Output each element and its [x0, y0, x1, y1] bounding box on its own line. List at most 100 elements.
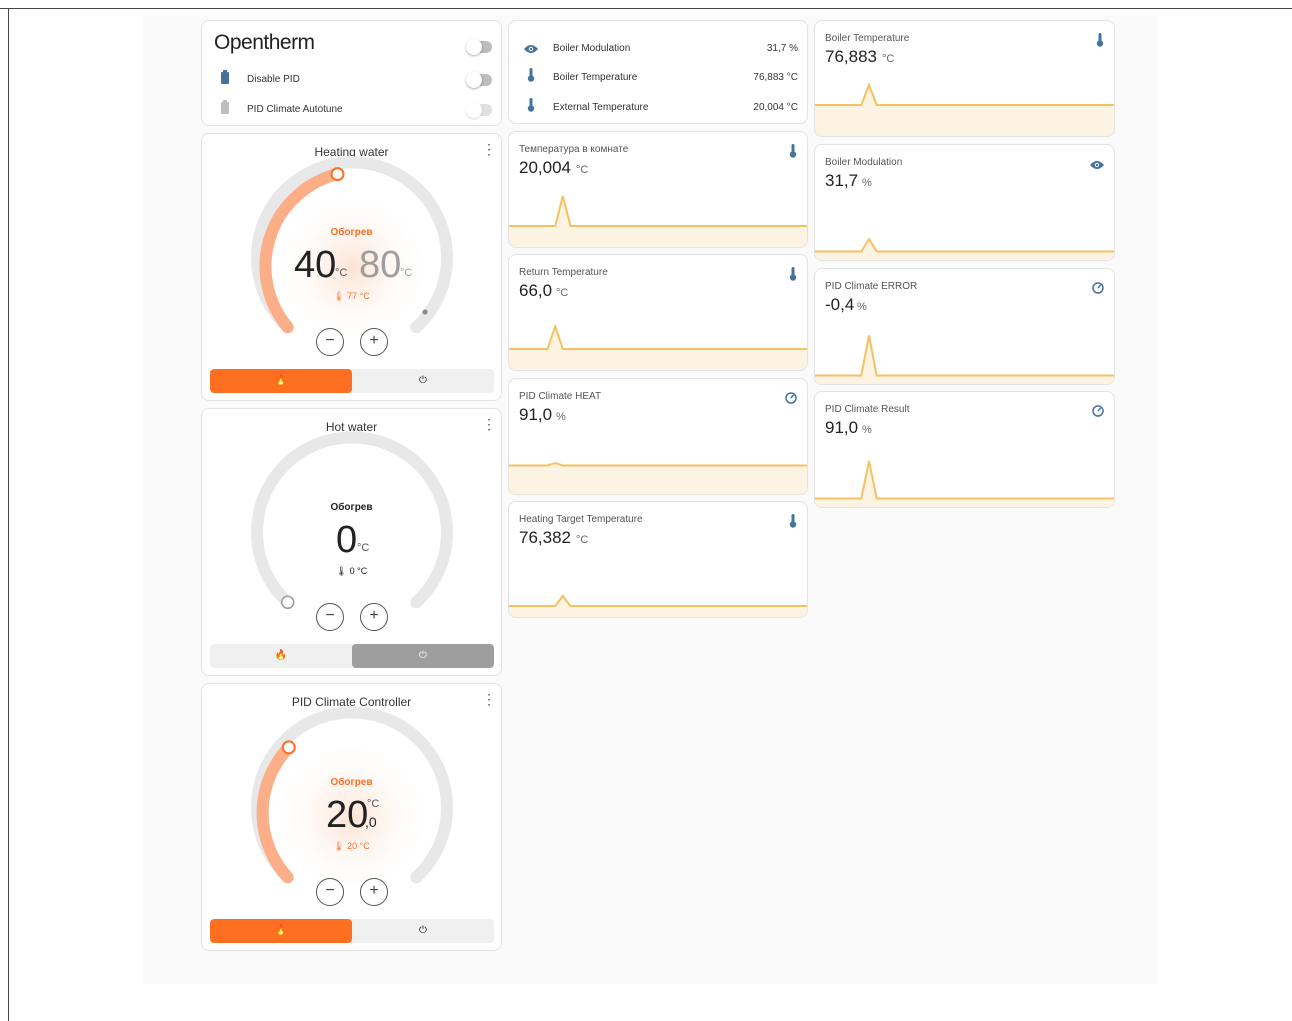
sensor-value: 66,0	[519, 281, 553, 300]
hvac-mode-label: Обогрев	[330, 227, 373, 238]
sensor-row-label[interactable]: Boiler Modulation	[553, 43, 630, 54]
heat-mode-button[interactable]: 🔥	[210, 919, 352, 943]
thermometer-icon	[789, 514, 797, 533]
sensor-unit: °C	[556, 287, 569, 299]
thermometer-icon	[1096, 33, 1104, 52]
off-mode-button[interactable]: ⏻	[352, 919, 494, 943]
dashboard: Opentherm Disable PID PID Climate Autotu…	[143, 16, 1157, 984]
sensor-value: 91,0	[825, 418, 859, 437]
entities-title: Opentherm	[214, 31, 315, 54]
sensor-row-label[interactable]: Boiler Temperature	[553, 72, 637, 83]
sensor-unit: °C	[576, 164, 589, 176]
sensor-unit: %	[862, 424, 872, 436]
sensor-graph-card-room-temperature[interactable]: Температура в комнате 20,004 °C	[508, 131, 808, 248]
heat-mode-button[interactable]: 🔥	[210, 644, 352, 668]
sensor-graph-card-boiler-modulation[interactable]: Boiler Modulation 31,7 %	[814, 144, 1115, 261]
sensor-trend-graph	[509, 594, 807, 617]
eye-icon	[524, 41, 538, 59]
thermostat-card-pid-climate: PID Climate Controller ⋮ Обогрев 20 °C ,…	[201, 683, 502, 951]
sensor-name: Boiler Modulation	[825, 157, 903, 168]
heat-mode-button[interactable]: 🔥	[210, 369, 352, 393]
target-value: 20	[326, 794, 369, 836]
entities-header-toggle[interactable]	[466, 39, 492, 55]
target-unit: °C	[357, 542, 370, 554]
entities-card: Opentherm Disable PID PID Climate Autotu…	[201, 20, 502, 126]
increase-button[interactable]: +	[360, 603, 388, 631]
sensor-row-value: 76,883 °C	[753, 72, 798, 83]
current-temperature: 🌡 20 °C	[333, 841, 370, 851]
decrease-button[interactable]: −	[316, 878, 344, 906]
setpoint-handle	[330, 167, 345, 182]
thermometer-icon	[527, 98, 535, 117]
gauge-icon	[1092, 404, 1104, 422]
setpoint-handle	[281, 740, 296, 755]
thermometer-icon	[789, 144, 797, 163]
sensor-graph-card-return-temperature[interactable]: Return Temperature 66,0 °C	[508, 254, 808, 371]
hvac-mode-label: Обогрев	[330, 502, 373, 513]
sensor-name: PID Climate Result	[825, 404, 910, 415]
thermostat-card-hot-water: Hot water ⋮ Обогрев 0 °C 🌡 0 °C − + 🔥 ⏻	[201, 408, 502, 676]
target-high-unit: °C	[400, 267, 413, 279]
thermometer-icon	[789, 267, 797, 286]
battery-icon	[220, 70, 230, 89]
sensor-value: 20,004	[519, 158, 571, 177]
window-left-border	[8, 8, 9, 1021]
disable-pid-label: Disable PID	[247, 74, 300, 85]
gauge-icon	[1092, 281, 1104, 299]
sensor-name: Boiler Temperature	[825, 33, 910, 44]
sensor-unit: %	[862, 177, 872, 189]
decrease-button[interactable]: −	[316, 328, 344, 356]
sensor-value: -0,4	[825, 295, 855, 314]
sensor-unit: °C	[576, 534, 589, 546]
thermometer-icon	[527, 68, 535, 87]
sensor-trend-graph	[509, 323, 807, 370]
pid-climate-autotune-label: PID Climate Autotune	[247, 104, 343, 115]
hvac-mode-bar: 🔥 ⏻	[210, 919, 494, 943]
target-low-unit: °C	[335, 267, 348, 279]
disable-pid-toggle[interactable]	[466, 72, 492, 88]
sensor-name: Температура в комнате	[519, 144, 629, 155]
sensor-unit: °C	[882, 53, 895, 65]
target-decimal: ,0	[365, 814, 377, 830]
sensor-trend-graph	[815, 237, 1114, 260]
off-mode-button[interactable]: ⏻	[352, 644, 494, 668]
sensor-value: 76,382	[519, 528, 571, 547]
sensor-value: 91,0	[519, 405, 553, 424]
hvac-mode-label: Обогрев	[330, 777, 373, 788]
sensor-trend-graph	[815, 335, 1114, 384]
sensor-row-value: 31,7 %	[766, 43, 798, 54]
sensor-graph-card-pid-climate-error[interactable]: PID Climate ERROR -0,4 %	[814, 268, 1115, 385]
sensor-list-card: Boiler Modulation 31,7 % Boiler Temperat…	[508, 20, 808, 124]
sensor-unit: %	[556, 411, 566, 423]
sensor-graph-card-heating-target-temperature[interactable]: Heating Target Temperature 76,382 °C	[508, 501, 808, 618]
off-mode-button[interactable]: ⏻	[352, 369, 494, 393]
decrease-button[interactable]: −	[316, 603, 344, 631]
thermostat-card-heating-water: Heating water ⋮ Обогрев 40 °C 80 °C 🌡 77…	[201, 133, 502, 401]
target-low-value: 40	[294, 244, 337, 286]
pid-climate-autotune-toggle[interactable]	[466, 102, 492, 118]
sensor-trend-graph	[815, 460, 1114, 507]
increase-button[interactable]: +	[360, 878, 388, 906]
sensor-row-label[interactable]: External Temperature	[553, 102, 648, 113]
sensor-name: Return Temperature	[519, 267, 608, 278]
current-temperature: 🌡 77 °C	[333, 291, 370, 301]
sensor-graph-card-boiler-temperature[interactable]: Boiler Temperature 76,883 °C	[814, 20, 1115, 137]
sensor-value: 31,7	[825, 171, 859, 190]
target-high-value: 80	[359, 244, 402, 286]
sensor-graph-card-pid-climate-result[interactable]: PID Climate Result 91,0 %	[814, 391, 1115, 508]
increase-button[interactable]: +	[360, 328, 388, 356]
target-value: 0	[336, 519, 358, 561]
window-top-border	[0, 8, 1292, 9]
sensor-trend-graph	[509, 195, 807, 247]
sensor-row-value: 20,004 °C	[753, 102, 798, 113]
hvac-mode-bar: 🔥 ⏻	[210, 369, 494, 393]
sensor-name: PID Climate ERROR	[825, 281, 918, 292]
sensor-name: Heating Target Temperature	[519, 514, 643, 525]
target-unit: °C	[367, 798, 380, 810]
sensor-unit: %	[857, 301, 867, 313]
eye-icon	[1090, 157, 1104, 175]
sensor-graph-card-pid-climate-heat[interactable]: PID Climate HEAT 91,0 %	[508, 378, 808, 495]
battery-icon	[220, 100, 230, 119]
sensor-trend-graph	[815, 82, 1114, 136]
gauge-icon	[785, 391, 797, 409]
